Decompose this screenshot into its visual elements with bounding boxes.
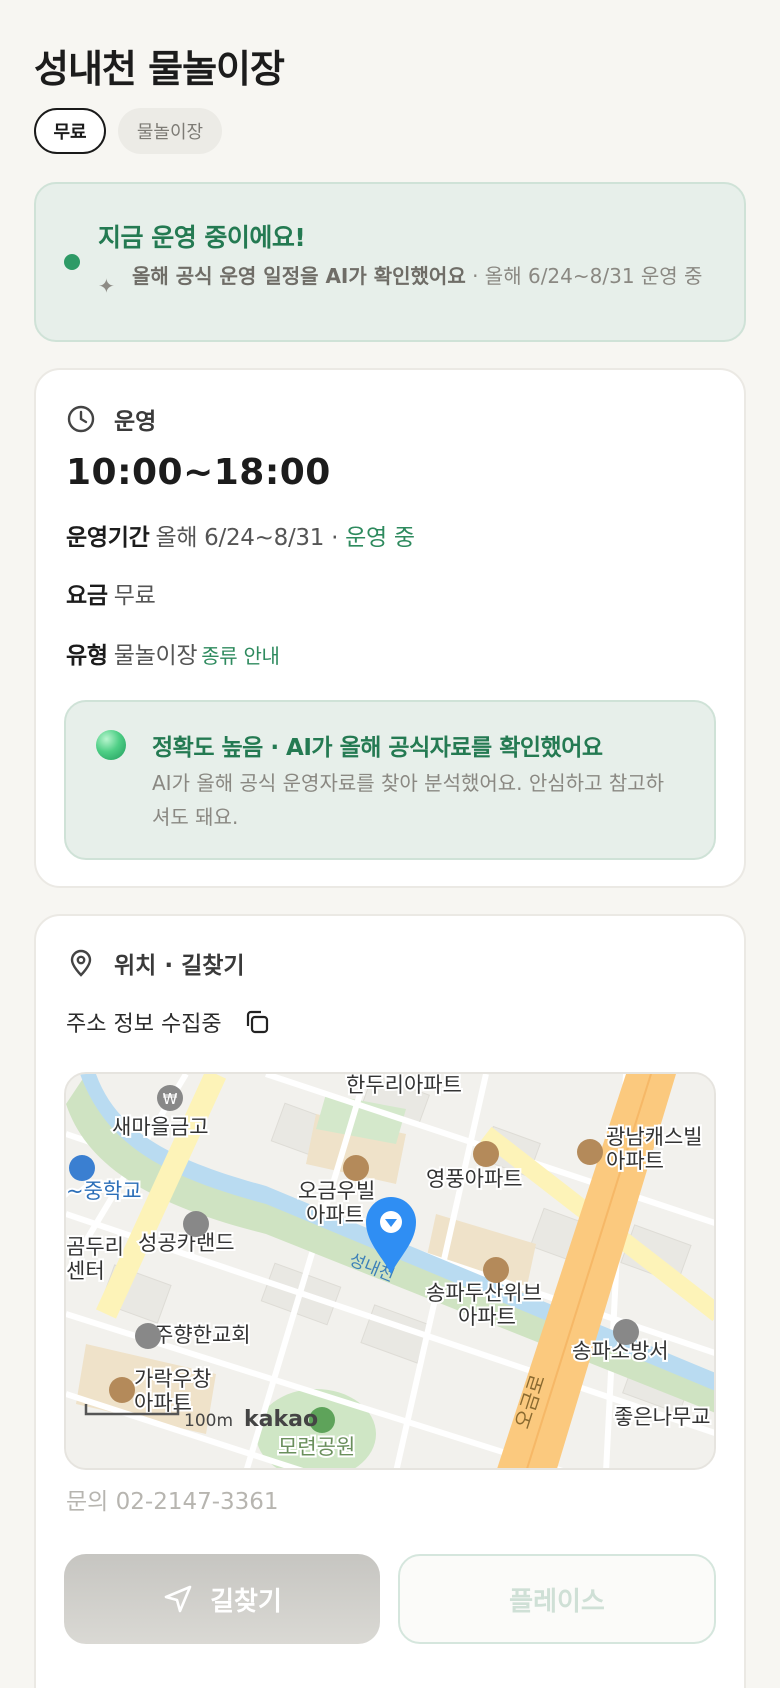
period-label: 운영기간 — [66, 525, 150, 551]
map-label-joeun: 좋은나무교 — [614, 1405, 711, 1429]
accuracy-desc: AI가 올해 공식 운영자료를 찾아 분석했어요. 안심하고 참고하셔도 돼요. — [152, 771, 665, 829]
apartment-icon — [473, 1141, 499, 1167]
type-value: 물놀이장 — [113, 643, 198, 669]
map-label-seonggong: 성공카랜드 — [138, 1231, 235, 1255]
map-label-yeongpung: 영풍아파트 — [426, 1167, 523, 1191]
page: 성내천 물놀이장 무료 물놀이장 지금 운영 중이에요! ✦ 올해 공식 운영 … — [0, 0, 780, 1688]
car-service-icon — [183, 1211, 209, 1237]
status-title: 지금 운영 중이에요! — [98, 223, 306, 252]
map-label-saemaeul: 새마을금고 — [112, 1115, 209, 1139]
page-title: 성내천 물놀이장 — [34, 47, 285, 91]
map-label-songpadusan2: 아파트 — [458, 1305, 516, 1329]
type-guide-link[interactable]: 종류 안내 — [201, 644, 280, 668]
map-label-park: 모련공원 — [278, 1435, 355, 1459]
kakao-logo: kakao — [244, 1407, 318, 1432]
map-label-ogeum: 오금우빌 — [298, 1179, 375, 1203]
map-label-school: ~중학교 — [66, 1179, 142, 1203]
map-scale-label: 100m — [184, 1411, 233, 1431]
apartment-icon — [577, 1139, 603, 1165]
church-icon — [135, 1323, 161, 1349]
location-card: 위치 · 길찾기 주소 정보 수집중 한두리아파트 새마을금고 광남캐스빌 아파… — [34, 914, 746, 1688]
sparkle-icon: ✦ — [98, 274, 115, 298]
fee-label: 요금 — [66, 583, 108, 609]
period-status: 운영 중 — [345, 525, 415, 551]
school-icon — [69, 1155, 95, 1181]
status-desc-strong: 올해 공식 운영 일정을 AI가 확인했어요 — [132, 264, 466, 288]
copy-icon[interactable] — [244, 1009, 270, 1035]
phone-number[interactable]: 문의 02-2147-3361 — [66, 1482, 279, 1516]
status-desc-rest: · 올해 6/24~8/31 운영 중 — [465, 264, 703, 288]
type-label: 유형 — [66, 643, 108, 669]
apartment-icon — [483, 1257, 509, 1283]
map-label-gomduri: 곰두리 — [66, 1235, 124, 1259]
map-label-juhyang: 주향한교회 — [154, 1323, 251, 1347]
status-desc: 올해 공식 운영 일정을 AI가 확인했어요 · 올해 6/24~8/31 운영… — [132, 262, 722, 291]
directions-button[interactable]: 길찾기 — [64, 1554, 380, 1644]
address-text: 주소 정보 수집중 — [66, 1012, 222, 1037]
clock-icon — [66, 404, 96, 434]
fee-row: 요금 무료 — [66, 576, 156, 610]
map-view[interactable]: 한두리아파트 새마을금고 광남캐스빌 아파트 ~중학교 오금우빌 아파트 영풍아… — [64, 1072, 716, 1470]
status-card: 지금 운영 중이에요! ✦ 올해 공식 운영 일정을 AI가 확인했어요 · 올… — [34, 182, 746, 342]
hours-heading: 운영 — [66, 402, 156, 436]
accuracy-card: 정확도 높음 · AI가 올해 공식자료를 확인했어요 AI가 올해 공식 운영… — [64, 700, 716, 860]
map-label-gwangnam2: 아파트 — [606, 1149, 664, 1173]
map-label-handuri: 한두리아파트 — [346, 1074, 462, 1097]
address-row: 주소 정보 수집중 — [66, 1006, 270, 1038]
period-value: 올해 6/24~8/31 · — [155, 525, 339, 551]
location-heading-label: 위치 · 길찾기 — [114, 953, 245, 979]
type-row: 유형 물놀이장 종류 안내 — [66, 636, 280, 670]
hours-value: 10:00~18:00 — [66, 452, 331, 493]
map-label-garak: 가락우창 — [134, 1367, 211, 1391]
ai-orb-icon — [96, 730, 126, 760]
fee-chip: 무료 — [34, 108, 106, 154]
navigation-arrow-icon — [162, 1583, 194, 1615]
hours-heading-label: 운영 — [114, 409, 157, 435]
apartment-icon — [109, 1377, 135, 1403]
directions-label: 길찾기 — [210, 1586, 282, 1617]
fee-value: 무료 — [113, 583, 156, 609]
accuracy-title: 정확도 높음 · AI가 올해 공식자료를 확인했어요 — [152, 735, 603, 761]
category-chip: 물놀이장 — [118, 108, 222, 154]
map-label-ogeum2: 아파트 — [306, 1203, 364, 1227]
apartment-icon — [343, 1155, 369, 1181]
location-heading: 위치 · 길찾기 — [66, 946, 245, 980]
map-label-songpadusan: 송파두산위브 — [426, 1281, 542, 1305]
status-dot — [64, 254, 80, 270]
fire-station-icon — [613, 1319, 639, 1345]
hours-card: 운영 10:00~18:00 운영기간 올해 6/24~8/31 · 운영 중 요… — [34, 368, 746, 888]
place-button[interactable]: 플레이스 — [398, 1554, 716, 1644]
location-pin-icon — [66, 948, 96, 978]
map-label-gomduri2: 센터 — [66, 1259, 105, 1283]
period-row: 운영기간 올해 6/24~8/31 · 운영 중 — [66, 518, 415, 552]
map-label-gwangnam: 광남캐스빌 — [606, 1125, 703, 1149]
svg-text:₩: ₩ — [163, 1090, 178, 1108]
